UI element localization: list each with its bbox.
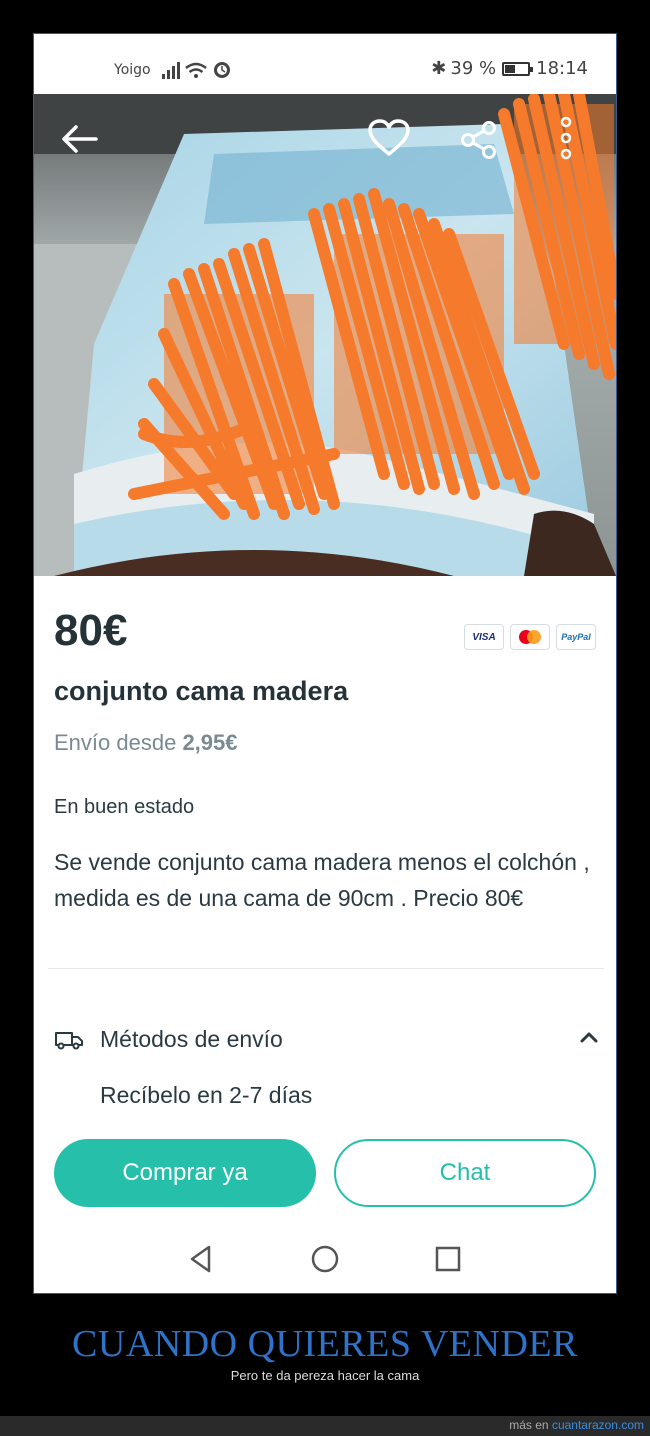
site-footer: más en cuantarazon.com xyxy=(0,1416,650,1436)
mastercard-logo xyxy=(510,624,550,650)
android-nav-bar xyxy=(34,1224,616,1293)
bed-photo-image xyxy=(34,94,616,576)
phone-screen: Yoigo ✱ 39 % 18:14 80€ VISA PayPal conju… xyxy=(33,33,617,1294)
carrier-name: Yoigo xyxy=(114,62,151,78)
signal-wifi-icons xyxy=(162,62,230,79)
heart-icon[interactable] xyxy=(367,118,411,158)
caption-subtitle: Pero te da pereza hacer la cama xyxy=(230,1368,420,1383)
product-photo[interactable] xyxy=(34,94,616,576)
payment-methods: VISA PayPal xyxy=(464,624,596,650)
listing-price: 80€ xyxy=(54,606,128,655)
more-vert-icon[interactable] xyxy=(556,116,576,164)
buy-now-button[interactable]: Comprar ya xyxy=(54,1139,316,1207)
nav-recents-icon[interactable] xyxy=(434,1244,462,1274)
caption-title: CUANDO QUIERES VENDER xyxy=(72,1323,578,1365)
status-right: ✱ 39 % 18:14 xyxy=(431,58,588,79)
clock: 18:14 xyxy=(536,58,588,79)
shipping-price: Envío desde 2,95€ xyxy=(54,730,238,756)
footer-prefix: más en xyxy=(509,1418,549,1432)
battery-percent: 39 % xyxy=(450,58,497,79)
status-bar: Yoigo ✱ 39 % 18:14 xyxy=(34,34,616,94)
footer-site-link[interactable]: cuantarazon.com xyxy=(552,1418,644,1432)
footer-text: más en cuantarazon.com xyxy=(509,1418,644,1432)
shipping-methods-label: Métodos de envío xyxy=(100,1026,283,1052)
shipping-methods-toggle[interactable]: Métodos de envío xyxy=(54,1024,599,1056)
truck-icon xyxy=(55,1032,83,1050)
back-arrow-icon[interactable] xyxy=(60,124,98,154)
mastercard-icon xyxy=(519,630,541,644)
nav-home-icon[interactable] xyxy=(310,1244,340,1274)
chevron-up-icon[interactable] xyxy=(579,1030,599,1044)
listing-title: conjunto cama madera xyxy=(54,676,349,706)
battery-icon xyxy=(502,61,534,76)
chat-button[interactable]: Chat xyxy=(334,1139,596,1207)
delivery-estimate: Recíbelo en 2-7 días xyxy=(100,1082,313,1108)
nav-back-icon[interactable] xyxy=(187,1244,215,1274)
shipping-amount: 2,95€ xyxy=(182,730,238,755)
visa-logo: VISA xyxy=(464,624,504,650)
share-icon[interactable] xyxy=(459,120,499,160)
shipping-prefix: Envío desde xyxy=(54,730,177,755)
paypal-logo: PayPal xyxy=(556,624,596,650)
item-condition: En buen estado xyxy=(54,796,195,818)
bluetooth-icon: ✱ xyxy=(431,58,447,79)
listing-description: Se vende conjunto cama madera menos el c… xyxy=(54,849,590,911)
divider xyxy=(48,968,604,969)
